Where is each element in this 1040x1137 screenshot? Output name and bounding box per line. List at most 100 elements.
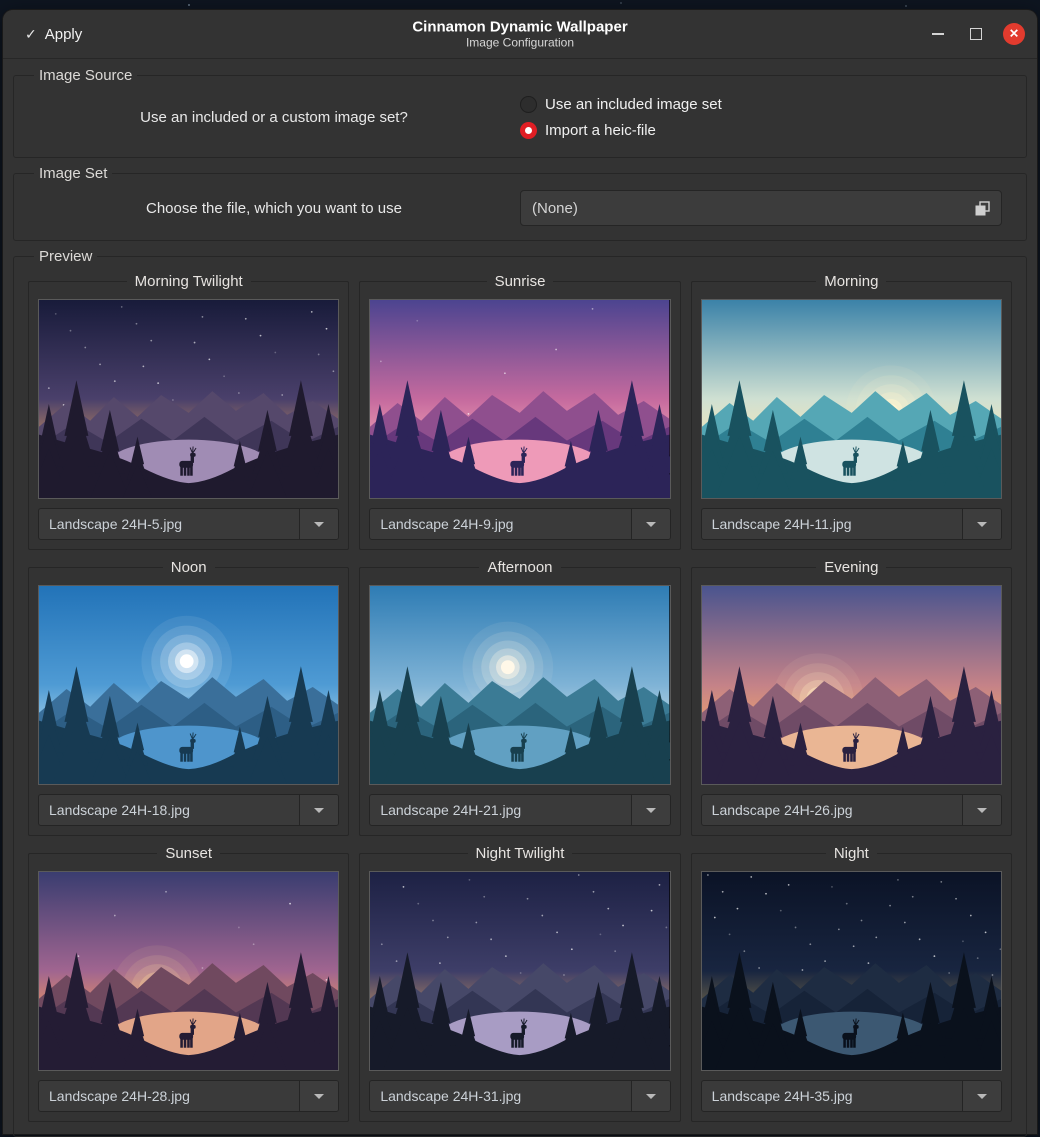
scene-file-value: Landscape 24H-21.jpg (370, 795, 630, 825)
scene-thumbnail (701, 871, 1002, 1071)
close-icon: ✕ (1009, 28, 1019, 40)
combobox-dropdown-button[interactable] (962, 795, 1001, 825)
combobox-dropdown-button[interactable] (631, 509, 670, 539)
combobox-dropdown-button[interactable] (299, 1081, 338, 1111)
scene-thumbnail (38, 585, 339, 785)
apply-button[interactable]: ✓ Apply (19, 22, 88, 47)
scene-title: Sunrise (487, 273, 554, 290)
scene-file-value: Landscape 24H-26.jpg (702, 795, 962, 825)
chevron-down-icon (646, 522, 656, 527)
scene-title: Sunset (157, 845, 220, 862)
chevron-down-icon (977, 522, 987, 527)
scene-file-combobox[interactable]: Landscape 24H-11.jpg (701, 508, 1002, 540)
scene-thumbnail (38, 299, 339, 499)
radio-button-icon[interactable] (520, 122, 537, 139)
window-subtitle: Image Configuration (412, 36, 627, 50)
image-source-question: Use an included or a custom image set? (28, 109, 520, 126)
scene-file-combobox[interactable]: Landscape 24H-28.jpg (38, 1080, 339, 1112)
scene-file-combobox[interactable]: Landscape 24H-9.jpg (369, 508, 670, 540)
scene-card-1: Sunrise Landscape 24H-9.jpg (359, 273, 680, 550)
minimize-button[interactable] (927, 23, 949, 45)
combobox-dropdown-button[interactable] (299, 509, 338, 539)
combobox-dropdown-button[interactable] (631, 1081, 670, 1111)
scene-title: Evening (816, 559, 886, 576)
maximize-button[interactable] (965, 23, 987, 45)
radio-group: Use an included image set Import a heic-… (520, 92, 1012, 143)
desktop-star (905, 5, 907, 7)
image-set-row: Choose the file, which you want to use (… (28, 190, 1012, 226)
preview-grid: Morning Twilight Landscape 24H-5.jpg Sun… (28, 273, 1012, 1122)
close-button[interactable]: ✕ (1003, 23, 1025, 45)
chevron-down-icon (314, 808, 324, 813)
scene-title: Morning Twilight (127, 273, 251, 290)
image-set-legend: Image Set (34, 165, 112, 182)
scene-thumbnail (701, 299, 1002, 499)
combobox-dropdown-button[interactable] (299, 795, 338, 825)
scene-card-3: Noon Landscape 24H-18.jpg (28, 559, 349, 836)
image-source-row: Use an included or a custom image set? U… (28, 92, 1012, 143)
scene-thumbnail (369, 871, 670, 1071)
image-source-section: Image Source Use an included or a custom… (13, 67, 1027, 158)
checkmark-icon: ✓ (25, 26, 37, 43)
maximize-icon (970, 28, 982, 40)
combobox-dropdown-button[interactable] (962, 509, 1001, 539)
scene-card-5: Evening Landscape 24H-26.jpg (691, 559, 1012, 836)
scene-file-value: Landscape 24H-31.jpg (370, 1081, 630, 1111)
chevron-down-icon (646, 808, 656, 813)
scene-card-7: Night Twilight Landscape 24H-31.jpg (359, 845, 680, 1122)
radio-option-label: Import a heic-file (545, 122, 656, 139)
combobox-dropdown-button[interactable] (962, 1081, 1001, 1111)
window-controls: ✕ (927, 23, 1037, 45)
radio-option-0[interactable]: Use an included image set (520, 96, 1012, 113)
app-window: ✓ Apply Cinnamon Dynamic Wallpaper Image… (3, 10, 1037, 1134)
chevron-down-icon (314, 522, 324, 527)
scene-file-combobox[interactable]: Landscape 24H-18.jpg (38, 794, 339, 826)
scene-thumbnail (369, 585, 670, 785)
scene-card-4: Afternoon Landscape 24H-21.jpg (359, 559, 680, 836)
scene-file-value: Landscape 24H-11.jpg (702, 509, 962, 539)
scene-file-combobox[interactable]: Landscape 24H-26.jpg (701, 794, 1002, 826)
scene-title: Noon (163, 559, 215, 576)
scene-title: Afternoon (479, 559, 560, 576)
chevron-down-icon (646, 1094, 656, 1099)
scene-file-combobox[interactable]: Landscape 24H-21.jpg (369, 794, 670, 826)
desktop-star (188, 4, 190, 6)
chevron-down-icon (977, 1094, 987, 1099)
image-source-legend: Image Source (34, 67, 137, 84)
file-chooser-button[interactable]: (None) (520, 190, 1002, 226)
chevron-down-icon (314, 1094, 324, 1099)
window-title: Cinnamon Dynamic Wallpaper (412, 19, 627, 36)
image-set-field: (None) (520, 190, 1012, 226)
image-source-options: Use an included image set Import a heic-… (520, 92, 1012, 143)
scene-file-value: Landscape 24H-35.jpg (702, 1081, 962, 1111)
apply-button-label: Apply (45, 26, 83, 43)
scene-card-2: Morning Landscape 24H-11.jpg (691, 273, 1012, 550)
minimize-icon (932, 33, 944, 35)
window-content: Image Source Use an included or a custom… (3, 59, 1037, 1134)
scene-card-0: Morning Twilight Landscape 24H-5.jpg (28, 273, 349, 550)
file-chooser-value: (None) (532, 200, 578, 217)
scene-thumbnail (38, 871, 339, 1071)
radio-option-1[interactable]: Import a heic-file (520, 122, 1012, 139)
scene-file-value: Landscape 24H-18.jpg (39, 795, 299, 825)
radio-button-icon[interactable] (520, 96, 537, 113)
scene-file-combobox[interactable]: Landscape 24H-35.jpg (701, 1080, 1002, 1112)
scene-file-value: Landscape 24H-9.jpg (370, 509, 630, 539)
image-set-section: Image Set Choose the file, which you wan… (13, 165, 1027, 241)
scene-thumbnail (369, 299, 670, 499)
scene-file-combobox[interactable]: Landscape 24H-31.jpg (369, 1080, 670, 1112)
image-set-label: Choose the file, which you want to use (28, 200, 520, 217)
chevron-down-icon (977, 808, 987, 813)
scene-file-combobox[interactable]: Landscape 24H-5.jpg (38, 508, 339, 540)
scene-title: Night (826, 845, 877, 862)
desktop-star (620, 2, 622, 4)
radio-option-label: Use an included image set (545, 96, 722, 113)
titlebar[interactable]: ✓ Apply Cinnamon Dynamic Wallpaper Image… (3, 10, 1037, 59)
combobox-dropdown-button[interactable] (631, 795, 670, 825)
preview-section: Preview Morning Twilight Landscape 24H-5… (13, 248, 1027, 1137)
scene-card-6: Sunset Landscape 24H-28.jpg (28, 845, 349, 1122)
scene-thumbnail (701, 585, 1002, 785)
scene-file-value: Landscape 24H-28.jpg (39, 1081, 299, 1111)
scene-title: Night Twilight (468, 845, 573, 862)
scene-title: Morning (816, 273, 886, 290)
